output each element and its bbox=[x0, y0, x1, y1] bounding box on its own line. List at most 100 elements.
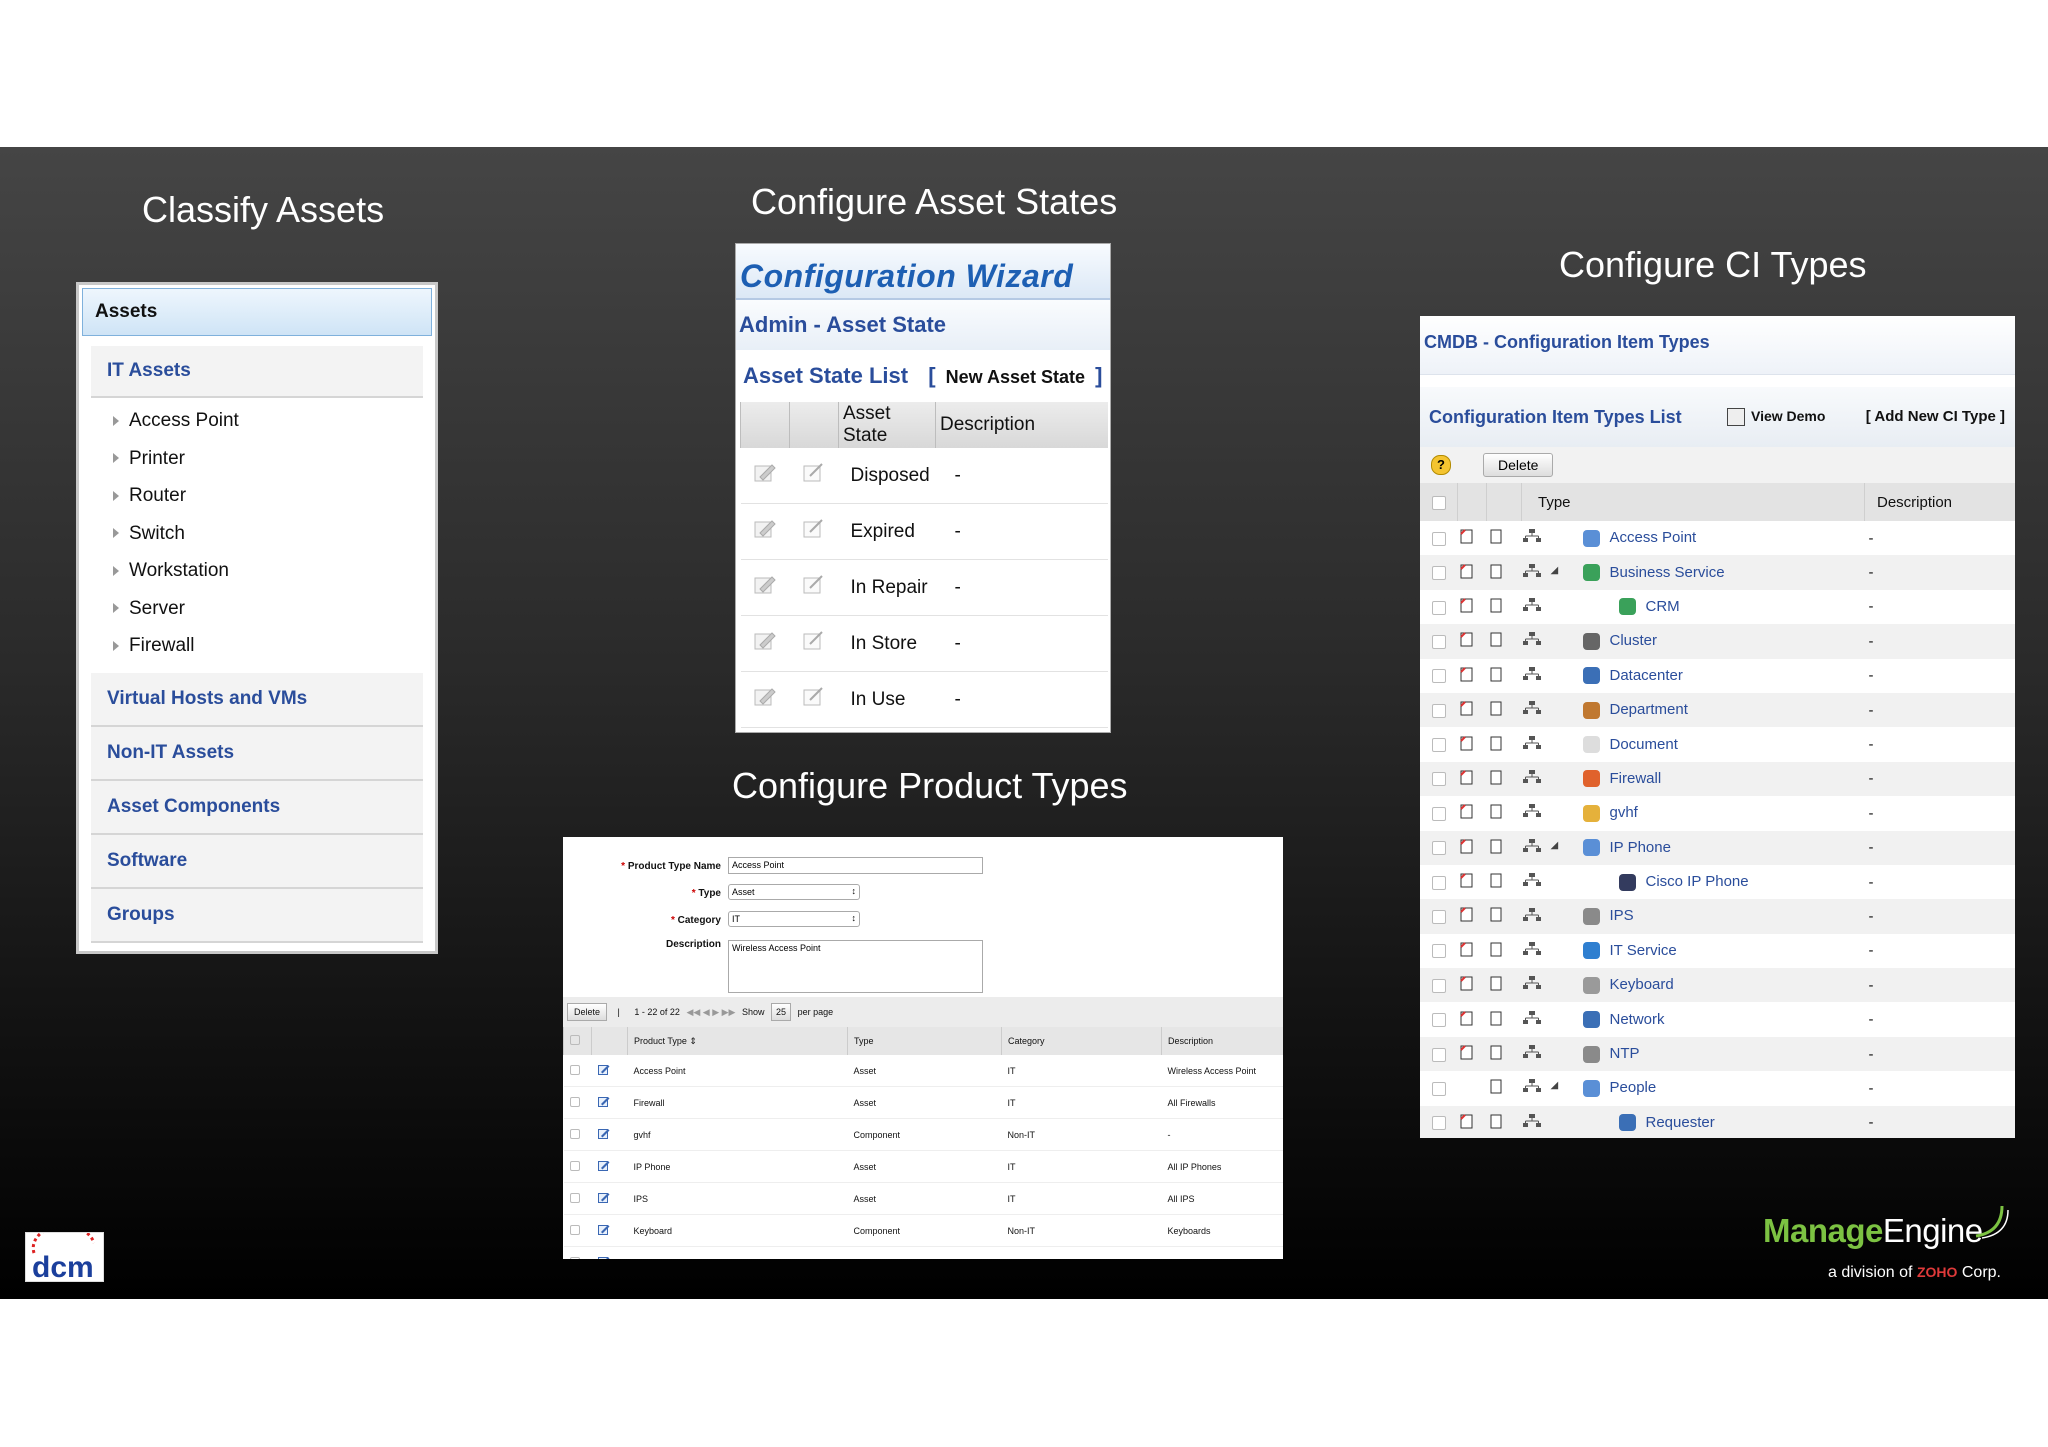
row-checkbox[interactable] bbox=[1431, 978, 1446, 993]
row-checkbox[interactable] bbox=[569, 1128, 580, 1139]
edit-icon[interactable] bbox=[597, 1096, 610, 1107]
row-checkbox[interactable] bbox=[1431, 600, 1446, 615]
delete-button[interactable]: Delete bbox=[567, 1003, 608, 1021]
edit-document-icon[interactable] bbox=[1459, 769, 1475, 785]
delete-button[interactable]: Delete bbox=[1483, 453, 1554, 477]
row-checkbox[interactable] bbox=[1431, 566, 1446, 581]
notes-icon[interactable] bbox=[803, 630, 825, 651]
row-checkbox[interactable] bbox=[1431, 875, 1446, 890]
product-type-link[interactable]: gvhf bbox=[627, 1118, 848, 1151]
edit-document-icon[interactable] bbox=[1459, 700, 1475, 716]
new-asset-state-link[interactable]: New Asset State bbox=[946, 367, 1085, 387]
category-select[interactable]: IT ↕ bbox=[728, 911, 860, 927]
edit-document-icon[interactable] bbox=[1459, 1044, 1475, 1060]
ci-type-link[interactable]: gvhf bbox=[1610, 804, 1638, 821]
row-checkbox[interactable] bbox=[569, 1224, 580, 1235]
view-demo-button[interactable]: View Demo bbox=[1727, 405, 1825, 427]
asset-list-item[interactable]: Server bbox=[91, 590, 423, 628]
ci-type-link[interactable]: Department bbox=[1610, 701, 1688, 718]
collapse-arrow-icon[interactable]: ◢ bbox=[1551, 1080, 1559, 1091]
notes-icon[interactable] bbox=[1488, 528, 1504, 544]
notes-icon[interactable] bbox=[1488, 975, 1504, 991]
edit-document-icon[interactable] bbox=[1459, 666, 1475, 682]
hierarchy-icon[interactable] bbox=[1522, 1045, 1541, 1059]
row-checkbox[interactable] bbox=[1431, 738, 1446, 753]
asset-list-item[interactable]: IP Phone bbox=[91, 665, 423, 674]
edit-icon[interactable] bbox=[754, 519, 776, 539]
hierarchy-icon[interactable] bbox=[1522, 1010, 1541, 1025]
ci-type-link[interactable]: Network bbox=[1610, 1011, 1665, 1028]
notes-icon[interactable] bbox=[1488, 1113, 1504, 1129]
ci-type-link[interactable]: People bbox=[1610, 1079, 1657, 1096]
description-textarea[interactable]: Wireless Access Point bbox=[728, 940, 983, 993]
ci-type-link[interactable]: Keyboard bbox=[1610, 976, 1674, 993]
row-checkbox[interactable] bbox=[1431, 634, 1446, 649]
edit-icon[interactable] bbox=[597, 1192, 610, 1203]
pagination-icons[interactable]: ◀◀ ◀ ▶ ▶▶ bbox=[686, 1007, 735, 1017]
asset-list-item[interactable]: Access Point bbox=[91, 402, 423, 440]
hierarchy-icon[interactable] bbox=[1522, 838, 1541, 853]
ci-type-link[interactable]: Cisco IP Phone bbox=[1646, 873, 1749, 890]
asset-list-item[interactable]: Firewall bbox=[91, 627, 423, 665]
ci-type-link[interactable]: CRM bbox=[1646, 598, 1680, 615]
edit-icon[interactable] bbox=[754, 575, 776, 595]
row-checkbox[interactable] bbox=[1431, 841, 1446, 856]
edit-document-icon[interactable] bbox=[1459, 1010, 1475, 1026]
notes-icon[interactable] bbox=[1488, 941, 1504, 957]
edit-icon[interactable] bbox=[597, 1256, 610, 1259]
edit-document-icon[interactable] bbox=[1459, 631, 1475, 647]
notes-icon[interactable] bbox=[803, 574, 825, 595]
edit-document-icon[interactable] bbox=[1459, 528, 1475, 544]
hierarchy-icon[interactable] bbox=[1522, 529, 1541, 543]
row-checkbox[interactable] bbox=[569, 1256, 580, 1259]
hierarchy-icon[interactable] bbox=[1522, 735, 1541, 750]
ci-type-link[interactable]: Document bbox=[1610, 736, 1678, 753]
notes-icon[interactable] bbox=[1488, 666, 1504, 682]
row-checkbox[interactable] bbox=[569, 1064, 580, 1075]
ci-type-link[interactable]: IT Service bbox=[1610, 942, 1677, 959]
ci-type-link[interactable]: Cluster bbox=[1610, 632, 1658, 649]
notes-icon[interactable] bbox=[1488, 563, 1504, 579]
column-product-type[interactable]: Product Type ⇕ bbox=[627, 1027, 848, 1055]
asset-section-item[interactable]: Software bbox=[91, 835, 423, 889]
hierarchy-icon[interactable] bbox=[1522, 701, 1541, 715]
hierarchy-icon[interactable] bbox=[1522, 907, 1541, 922]
edit-document-icon[interactable] bbox=[1459, 803, 1475, 819]
notes-icon[interactable] bbox=[1488, 1044, 1504, 1060]
product-type-link[interactable]: Firewall bbox=[627, 1086, 848, 1119]
row-checkbox[interactable] bbox=[1431, 944, 1446, 959]
add-new-ci-type-link[interactable]: [ Add New CI Type ] bbox=[1866, 387, 2005, 447]
hierarchy-icon[interactable] bbox=[1522, 804, 1541, 818]
section-it-assets[interactable]: IT Assets bbox=[91, 346, 423, 398]
hierarchy-icon[interactable] bbox=[1522, 873, 1541, 887]
product-type-link[interactable]: Keyboard bbox=[627, 1214, 848, 1247]
row-checkbox[interactable] bbox=[1431, 772, 1446, 787]
edit-icon[interactable] bbox=[754, 463, 776, 483]
row-checkbox[interactable] bbox=[1431, 1047, 1446, 1062]
hierarchy-icon[interactable] bbox=[1522, 941, 1541, 956]
product-type-name-input[interactable]: Access Point bbox=[728, 857, 983, 874]
notes-icon[interactable] bbox=[1488, 769, 1504, 785]
row-checkbox[interactable] bbox=[569, 1192, 580, 1203]
hierarchy-icon[interactable] bbox=[1522, 597, 1541, 612]
asset-list-item[interactable]: Switch bbox=[91, 515, 423, 553]
help-icon[interactable]: ? bbox=[1431, 455, 1451, 475]
notes-icon[interactable] bbox=[1488, 1078, 1504, 1094]
notes-icon[interactable] bbox=[1488, 906, 1504, 922]
notes-icon[interactable] bbox=[1488, 1010, 1504, 1026]
row-checkbox[interactable] bbox=[1431, 806, 1446, 821]
row-checkbox[interactable] bbox=[1431, 1013, 1446, 1028]
ci-type-link[interactable]: Firewall bbox=[1610, 770, 1662, 787]
hierarchy-icon[interactable] bbox=[1522, 632, 1541, 646]
edit-document-icon[interactable] bbox=[1459, 735, 1475, 751]
hierarchy-icon[interactable] bbox=[1522, 563, 1541, 578]
edit-icon[interactable] bbox=[597, 1128, 610, 1139]
notes-icon[interactable] bbox=[1488, 803, 1504, 819]
row-checkbox[interactable] bbox=[1431, 910, 1446, 925]
row-checkbox[interactable] bbox=[1431, 1081, 1446, 1096]
edit-document-icon[interactable] bbox=[1459, 941, 1475, 957]
edit-icon[interactable] bbox=[597, 1064, 610, 1075]
asset-section-item[interactable]: Non-IT Assets bbox=[91, 727, 423, 781]
notes-icon[interactable] bbox=[803, 686, 825, 707]
edit-icon[interactable] bbox=[754, 687, 776, 707]
